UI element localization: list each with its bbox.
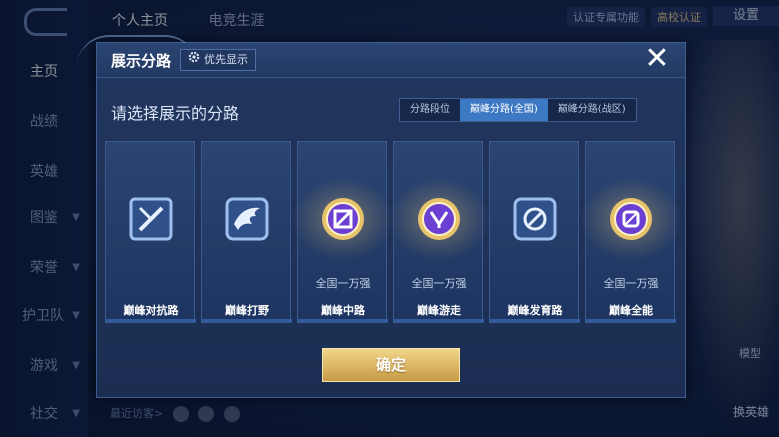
lane-card-rank: 全国一万强: [603, 277, 659, 290]
lane-card-mid[interactable]: 全国一万强 巅峰中路: [288, 141, 398, 323]
modal-title: 展示分路: [111, 52, 172, 70]
card-underline: [586, 319, 676, 322]
card-underline: [298, 319, 388, 322]
lane-card-name: 巅峰打野: [225, 304, 269, 317]
tab-peak-region[interactable]: 巅峰分路(战区): [548, 99, 636, 121]
lane-card-jungle[interactable]: 巅峰打野: [201, 141, 292, 323]
support-icon: [418, 198, 460, 240]
dragon-icon: [225, 197, 269, 241]
lane-cards: 巅峰对抗路 巅峰打野 全国一万强 巅峰中路 全国一万强 巅峰游走 巅峰发育路 全…: [105, 141, 686, 323]
section-title: 请选择展示的分路: [111, 104, 240, 123]
lane-card-top[interactable]: 巅峰对抗路: [105, 141, 196, 323]
lane-type-segmented-control: 分路段位 巅峰分路(全国) 巅峰分路(战区): [399, 98, 637, 122]
lane-card-rank: 全国一万强: [315, 277, 371, 290]
priority-display-label: 优先显示: [204, 53, 248, 66]
mid-lane-icon: [322, 198, 364, 240]
lane-card-name: 巅峰全能: [609, 304, 653, 317]
lane-card-farm[interactable]: 巅峰发育路: [489, 141, 580, 323]
farm-lane-icon: [513, 197, 557, 241]
lane-display-modal: 展示分路 优先显示 ✕ 请选择展示的分路 分路段位 巅峰分路(全国) 巅峰分路(…: [77, 35, 686, 398]
lane-card-support[interactable]: 全国一万强 巅峰游走: [384, 141, 494, 323]
close-icon[interactable]: ✕: [643, 44, 671, 74]
lane-card-name: 巅峰中路: [321, 304, 365, 317]
confirm-button[interactable]: 确定: [322, 348, 460, 382]
lane-card-all-round[interactable]: 全国一万强 巅峰全能: [576, 141, 686, 323]
tab-peak-national[interactable]: 巅峰分路(全国): [460, 99, 548, 121]
lane-card-name: 巅峰发育路: [507, 304, 563, 317]
card-underline: [490, 319, 580, 322]
card-underline: [202, 319, 292, 322]
tab-lane-rank[interactable]: 分路段位: [400, 99, 460, 121]
priority-display-button[interactable]: 优先显示: [180, 49, 256, 71]
card-underline: [394, 319, 484, 322]
gear-icon: [188, 50, 200, 70]
lane-card-rank: 全国一万强: [411, 277, 467, 290]
lane-card-name: 巅峰游走: [417, 304, 461, 317]
card-underline: [106, 319, 196, 322]
modal-header: 展示分路 优先显示 ✕: [97, 43, 685, 78]
lane-card-name: 巅峰对抗路: [123, 304, 179, 317]
swords-icon: [129, 197, 173, 241]
all-round-icon: [610, 198, 652, 240]
